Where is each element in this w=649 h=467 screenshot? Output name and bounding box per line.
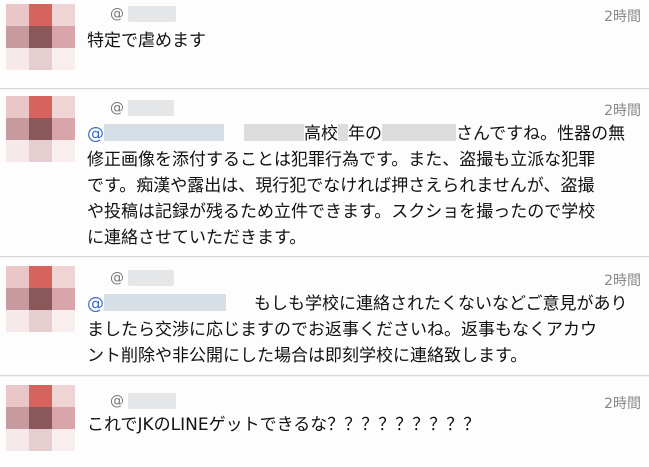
redacted-mention (104, 124, 224, 141)
avatar-pixel (52, 288, 75, 310)
avatar-pixel (6, 4, 29, 26)
redacted-mention (104, 294, 226, 311)
avatar-pixel (6, 118, 29, 140)
text-line: です。痴漢や露出は、現行犯でなければ押さえられませんが、盗撮 (87, 176, 595, 196)
avatar-pixel (6, 429, 29, 451)
avatar-pixel (29, 407, 52, 429)
avatar-pixel (6, 96, 29, 118)
avatar-pixel (52, 407, 75, 429)
avatar-pixel (52, 26, 75, 48)
at-sign: @ (110, 393, 124, 409)
timestamp: 2時間 (604, 396, 641, 412)
avatar-pixel (6, 407, 29, 429)
avatar-pixel (6, 385, 29, 407)
text-fragment: 高校 (304, 124, 338, 144)
redacted-grade (338, 124, 348, 141)
avatar-pixel (52, 140, 75, 162)
user-handle[interactable]: @ (110, 98, 174, 118)
at-sign: @ (110, 6, 124, 22)
timestamp: 2時間 (604, 9, 641, 25)
at-sign: @ (110, 100, 124, 116)
avatar-pixel (52, 4, 75, 26)
user-handle[interactable]: @ (110, 391, 176, 411)
avatar-pixel (29, 429, 52, 451)
avatar-pixel (29, 96, 52, 118)
text-line: 修正画像を添付することは犯罪行為です。また、盗撮も立派な犯罪 (87, 150, 596, 170)
avatar-pixel (29, 118, 52, 140)
avatar-pixel (29, 310, 52, 332)
tweet-text: @ もしも学校に連絡されたくないなどご意見があり ましたら交渉に応じますのでお返事… (87, 291, 639, 369)
mention-link[interactable]: @ (87, 294, 104, 314)
avatar-pixel (29, 266, 52, 288)
avatar-pixel (6, 266, 29, 288)
text-fragment: さんですね。性器の無 (456, 124, 626, 144)
redacted-name (244, 124, 304, 141)
tweet-text: これでJKのLINEゲットできるな？？？？？？？？？ (87, 415, 481, 435)
avatar-pixel (29, 288, 52, 310)
tweet-text: @ 高校 年の さんですね。性器の無 修正画像を添付することは犯罪行為です。また、盗撮… (87, 121, 639, 251)
tweet[interactable]: @ 2時間 @ もしも学校に連絡されたくないなどご意見があり ましたら交渉に応じま… (0, 258, 649, 376)
text-line: に連絡させていただきます。 (87, 228, 307, 248)
text-line: ましたら交渉に応じますのでお返事くださいね。返事もなくアカウ (87, 320, 597, 340)
text-line: @ 高校 年の さんですね。性器の無 (87, 121, 639, 147)
avatar-pixel (6, 310, 29, 332)
tweet-text: 特定で虐めます (87, 31, 206, 51)
avatar-pixel (29, 48, 52, 70)
timestamp: 2時間 (604, 103, 641, 119)
user-handle[interactable]: @ (110, 4, 176, 24)
avatar-pixel (52, 310, 75, 332)
redacted-username (128, 6, 176, 22)
avatar-pixel (6, 140, 29, 162)
redacted-username (128, 393, 176, 409)
avatar-pixel (29, 385, 52, 407)
timeline: @ 2時間 特定で虐めます @ 2時間 @高校年のさんですね。性器の無 修 (0, 0, 649, 467)
avatar-pixel (29, 140, 52, 162)
timestamp: 2時間 (604, 273, 641, 289)
text-line: ント削除や非公開にした場合は即刻学校に連絡致します。 (87, 346, 528, 366)
avatar[interactable] (6, 4, 75, 70)
avatar-pixel (6, 288, 29, 310)
tweet[interactable]: @ 2時間 これでJKのLINEゲットできるな？？？？？？？？？ (0, 377, 649, 467)
avatar-pixel (29, 26, 52, 48)
avatar-pixel (52, 385, 75, 407)
avatar[interactable] (6, 96, 75, 162)
mention-link[interactable]: @ (87, 124, 104, 144)
redacted-name (382, 124, 456, 141)
avatar-pixel (52, 96, 75, 118)
text-fragment: 年の (348, 124, 382, 144)
avatar-pixel (52, 48, 75, 70)
redacted-username (128, 270, 174, 286)
avatar-pixel (6, 48, 29, 70)
avatar-pixel (52, 266, 75, 288)
text-fragment: もしも学校に連絡されたくないなどご意見があり (254, 294, 628, 314)
user-handle[interactable]: @ (110, 268, 174, 288)
avatar[interactable] (6, 266, 75, 332)
avatar[interactable] (6, 385, 75, 451)
text-line: や投稿は記録が残るため立件できます。スクショを撮ったので学校 (87, 202, 596, 222)
avatar-pixel (52, 118, 75, 140)
avatar-pixel (29, 4, 52, 26)
text-line: @ もしも学校に連絡されたくないなどご意見があり (87, 291, 639, 317)
avatar-pixel (6, 26, 29, 48)
at-sign: @ (110, 270, 124, 286)
tweet[interactable]: @ 2時間 @ 高校 年の さんですね。性器の無 修正画像を添付することは犯罪行為です… (0, 90, 649, 257)
avatar-pixel (52, 429, 75, 451)
tweet[interactable]: @ 2時間 特定で虐めます (0, 0, 649, 89)
redacted-username (128, 100, 174, 116)
